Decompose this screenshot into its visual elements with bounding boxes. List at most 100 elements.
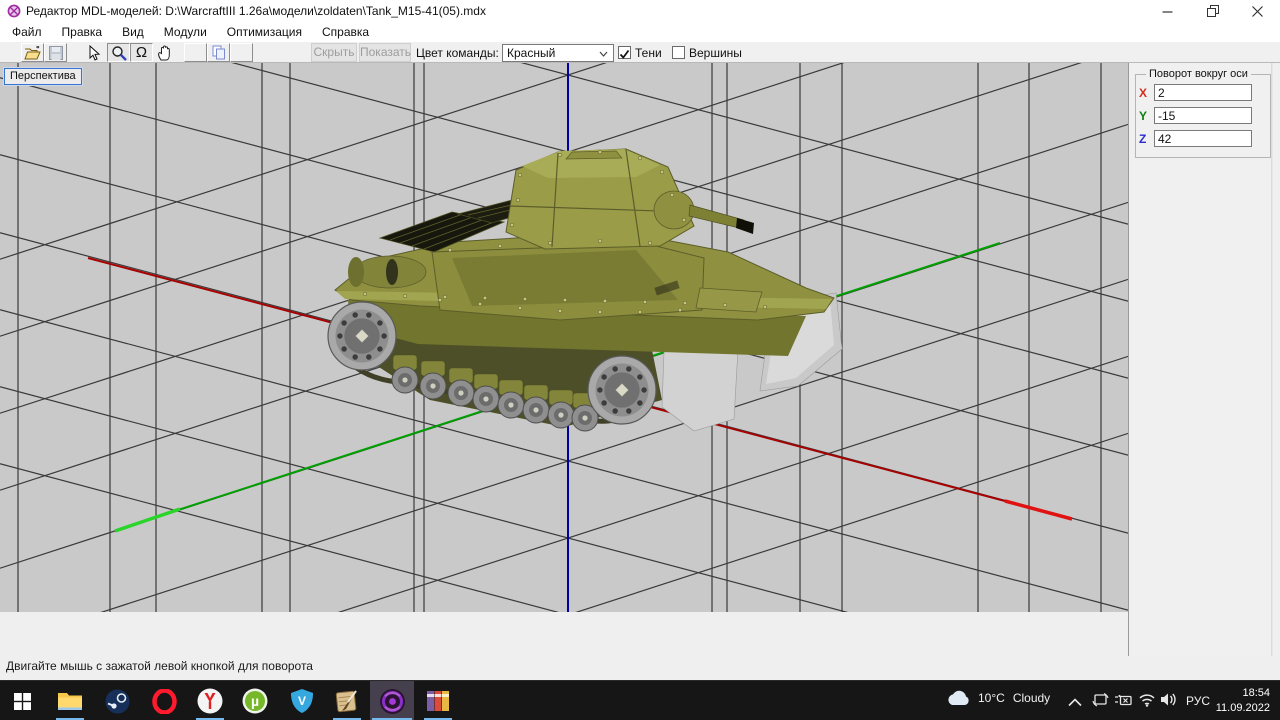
zoom-tool-button[interactable] [107,43,130,62]
screen-icon [1092,692,1109,707]
menu-help[interactable]: Справка [312,23,379,41]
tray-overflow-button[interactable] [1068,694,1082,712]
hide-button[interactable]: Скрыть [311,43,357,62]
windows-logo-icon [13,692,31,710]
status-bar: Двигайте мышь с зажатой левой кнопкой дл… [0,656,1280,680]
taskbar: µ V 10°C Cloudy РУС 18:54 11.09.2022 [0,680,1280,720]
tray-power-button[interactable] [1114,693,1132,711]
z-rotation-input[interactable] [1154,130,1252,147]
check-icon [619,49,630,59]
chevron-up-icon [1068,698,1082,707]
tray-volume-button[interactable] [1160,692,1178,712]
close-button[interactable] [1235,0,1280,22]
scroll-quill-icon [335,690,357,713]
toolbar: Ω Скрыть Показать Цвет команды: Красный … [0,42,1280,63]
rotation-panel-title: Поворот вокруг оси [1146,68,1251,80]
tank-model [327,148,843,432]
app-icon [7,4,21,18]
shield-icon: V [291,689,313,713]
volume-icon [1161,693,1176,706]
x-rotation-input[interactable] [1154,84,1252,101]
taskbar-app-warcraft-editor[interactable] [325,681,369,720]
rotation-panel: Поворот вокруг оси X Y Z [1128,63,1280,680]
menu-bar: Файл Правка Вид Модули Оптимизация Справ… [0,22,1280,42]
viewport-3d[interactable]: Перспектива [0,0,1129,720]
mdl-editor-icon [379,688,405,714]
clock[interactable]: 18:54 11.09.2022 [1216,686,1270,716]
toolbar-blank-button-2[interactable] [230,43,253,62]
toolbar-blank-button-1[interactable] [184,43,207,62]
weather-temperature: 10°C [978,690,1005,705]
x-axis-label: X [1139,86,1148,100]
svg-text:µ: µ [251,693,259,709]
window-bottom-area [0,612,1128,656]
pan-hand-icon [158,44,170,60]
steam-icon [105,689,129,713]
opera-icon [151,688,177,714]
minimize-button[interactable] [1145,0,1190,22]
rotation-groupbox: Поворот вокруг оси X Y Z [1135,68,1271,158]
select-tool-button[interactable] [81,43,104,62]
window-title: Редактор MDL-моделей: D:\WarcraftIII 1.2… [26,4,486,18]
yandex-browser-icon [197,688,223,714]
chevron-down-icon [599,51,608,57]
vertices-label: Вершины [689,46,742,60]
y-axis-label: Y [1139,109,1148,123]
tray-screen-button[interactable] [1092,692,1109,713]
vertices-checkbox[interactable] [672,46,685,59]
weather-widget[interactable]: 10°C Cloudy [946,689,1050,706]
language-indicator[interactable]: РУС [1186,694,1210,708]
open-file-button[interactable] [21,43,44,62]
menu-optimization[interactable]: Оптимизация [217,23,312,41]
clock-date: 11.09.2022 [1215,702,1270,714]
title-bar: Редактор MDL-моделей: D:\WarcraftIII 1.2… [0,0,1280,22]
menu-view[interactable]: Вид [112,23,154,41]
team-color-label: Цвет команды: [416,46,499,60]
rotate-icon: Ω [135,44,148,61]
clock-time: 18:54 [1242,687,1270,699]
taskbar-app-yandex-browser[interactable] [188,681,232,720]
taskbar-app-mdl-model-editor[interactable] [370,681,414,720]
menu-edit[interactable]: Правка [52,23,113,41]
weather-condition: Cloudy [1012,690,1051,705]
viewport-canvas[interactable] [0,0,1129,720]
menu-file[interactable]: Файл [2,23,52,41]
copy-icon [212,45,225,60]
taskbar-app-vpn-shield[interactable]: V [280,681,324,720]
start-button[interactable] [0,681,44,720]
team-color-value: Красный [507,46,556,60]
save-button[interactable] [44,43,67,62]
taskbar-app-steam[interactable] [95,681,139,720]
z-axis-label: Z [1139,132,1147,146]
viewport-label: Перспектива [3,67,83,86]
save-icon [48,45,63,60]
taskbar-app-utorrent[interactable]: µ [233,681,277,720]
power-icon [1115,694,1132,706]
copy-button[interactable] [207,43,230,62]
taskbar-app-winrar[interactable] [416,681,460,720]
pan-tool-button[interactable] [153,43,176,62]
svg-text:V: V [298,694,306,708]
team-color-select[interactable]: Красный [502,44,614,62]
shadows-checkbox[interactable] [618,46,631,59]
show-button[interactable]: Показать [359,43,411,62]
explorer-icon [58,693,82,710]
menu-modules[interactable]: Модули [154,23,217,41]
zoom-icon [111,45,127,61]
y-axis-arrow [114,507,181,533]
cursor-icon [89,44,100,61]
rotate-tool-button[interactable]: Ω [130,43,153,62]
restore-icon [1206,5,1219,17]
close-icon [1252,5,1263,17]
tray-network-button[interactable] [1138,692,1156,712]
cloud-icon [948,690,969,705]
winrar-icon [427,691,449,711]
restore-button[interactable] [1190,0,1235,22]
wifi-icon [1139,694,1155,707]
y-rotation-input[interactable] [1154,107,1252,124]
x-axis-arrow [1004,499,1073,521]
panel-right-edge [1271,63,1273,656]
taskbar-app-opera[interactable] [142,681,186,720]
taskbar-app-explorer[interactable] [48,681,92,720]
open-folder-icon [24,45,41,59]
